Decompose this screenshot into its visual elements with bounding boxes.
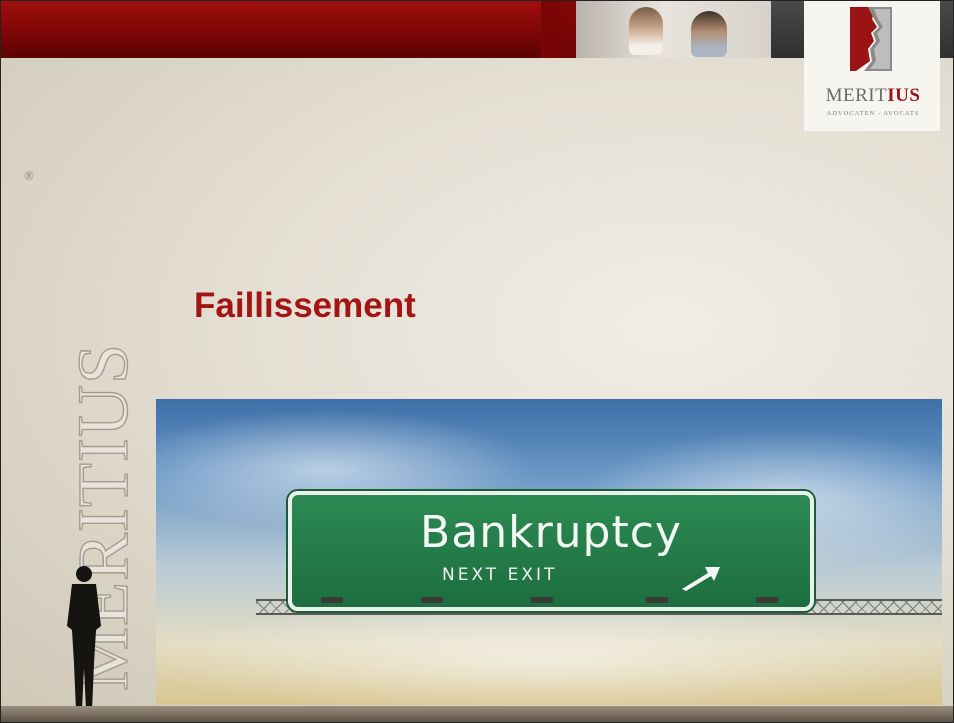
- bankruptcy-sign-photo: Bankruptcy NEXT EXIT: [156, 399, 942, 705]
- brand-name: MERITIUS: [825, 85, 921, 106]
- person-woman-image: [629, 7, 663, 55]
- sign-light: [321, 597, 343, 603]
- slide-title: Faillissement: [194, 286, 416, 325]
- sign-light: [646, 597, 668, 603]
- header-red-band: [1, 1, 661, 58]
- sign-title: Bankruptcy: [420, 507, 682, 558]
- presentation-slide: MERITIUS ADVOCATEN - AVOCATS MERITIUS ® …: [0, 0, 954, 723]
- registered-mark: ®: [24, 168, 34, 183]
- sign-light: [756, 597, 778, 603]
- standing-man-silhouette-icon: [67, 566, 101, 710]
- vertical-wordmark: MERITIUS: [4, 191, 143, 711]
- arrow-up-right-icon: [682, 567, 720, 591]
- ground-strip: [1, 706, 953, 722]
- sign-light: [421, 597, 443, 603]
- sign-subtitle: NEXT EXIT: [442, 565, 558, 585]
- header-photo: [576, 1, 771, 58]
- sign-light: [531, 597, 553, 603]
- meritius-logo-icon: [850, 7, 892, 71]
- person-man-image: [691, 11, 727, 57]
- brand-tagline: ADVOCATEN - AVOCATS: [826, 110, 920, 117]
- highway-sign: Bankruptcy NEXT EXIT: [288, 491, 814, 611]
